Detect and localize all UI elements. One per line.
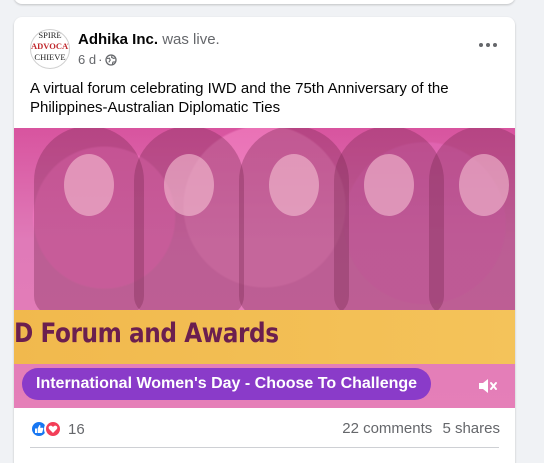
banner-title: D Forum and Awards — [14, 318, 279, 349]
page-avatar[interactable]: SPIRE ADVOCATI CHIEVE — [30, 29, 70, 69]
reaction-count: 16 — [68, 420, 85, 438]
globe-icon[interactable] — [105, 53, 118, 66]
video-figure — [429, 128, 515, 316]
post-card: SPIRE ADVOCATI CHIEVE Adhika Inc. was li… — [14, 17, 515, 463]
reactions-summary[interactable]: 16 — [30, 420, 85, 438]
avatar-text-bottom: CHIEVE — [34, 52, 66, 62]
mute-icon[interactable] — [477, 376, 499, 396]
meta-separator: · — [98, 52, 103, 67]
video-figure — [34, 128, 144, 316]
video-figure — [239, 128, 349, 316]
comments-count-link[interactable]: 22 comments — [342, 420, 432, 437]
actions-divider — [30, 447, 499, 448]
shares-count-link[interactable]: 5 shares — [442, 420, 500, 437]
post-action-text: was live. — [162, 31, 220, 48]
author-name-link[interactable]: Adhika Inc. — [78, 31, 158, 48]
love-icon — [44, 420, 62, 438]
comment-share-counts: 22 comments 5 shares — [342, 420, 500, 437]
post-meta: 6 d · — [78, 52, 118, 67]
video-figure — [134, 128, 244, 316]
video-subtitle-pill: International Women's Day - Choose To Ch… — [22, 368, 432, 400]
avatar-text-middle: ADVOCATI — [31, 41, 69, 51]
avatar-text-top: SPIRE — [38, 30, 62, 40]
post-header: Adhika Inc. was live. — [78, 31, 220, 48]
video-figure — [334, 128, 444, 316]
post-caption: A virtual forum celebrating IWD and the … — [30, 80, 449, 116]
post-timestamp[interactable]: 6 d — [78, 52, 96, 67]
previous-post-card — [14, 0, 515, 4]
engagement-bar: 16 22 comments 5 shares — [30, 420, 500, 440]
video-banner: D Forum and Awards — [14, 310, 515, 364]
live-video-player[interactable]: D Forum and Awards International Women's… — [14, 128, 515, 408]
more-options-icon[interactable] — [475, 35, 501, 55]
